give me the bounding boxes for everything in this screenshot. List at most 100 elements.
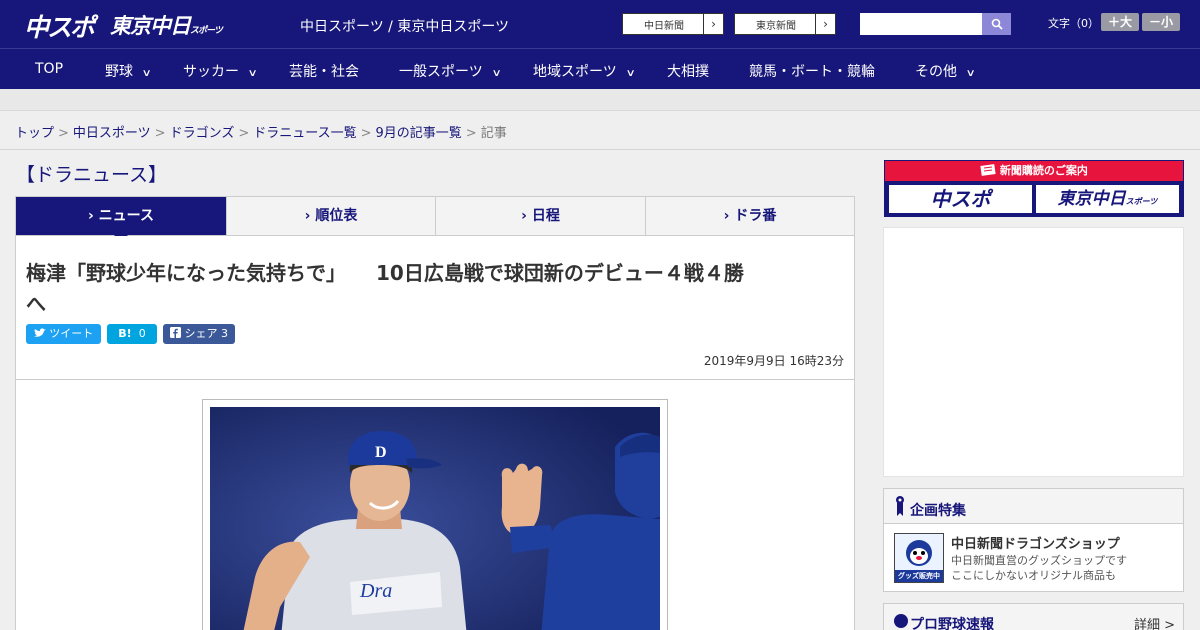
chuspo-subscription-logo[interactable]: 中スポ (889, 185, 1032, 213)
tab-label: ドラ番 (734, 208, 777, 224)
tokyo-chunichi-logo-text: 東京中日 (110, 14, 191, 38)
nav-item-label: その他 (915, 64, 957, 80)
svg-text:Dra: Dra (359, 580, 392, 602)
nav-item-baseball[interactable]: 野球 ∨ (105, 61, 152, 81)
site-header: 中スポ 東京中日スポーツ 中日スポーツ / 東京中日スポーツ 中日新聞 › 東京… (0, 0, 1200, 48)
tab-chevron-icon: › (304, 208, 311, 224)
chevron-right-icon: › (815, 14, 835, 34)
facebook-share-button[interactable]: シェア 3 (163, 324, 235, 344)
nav-item-label: サッカー (183, 64, 239, 80)
nav-item-regional-sports[interactable]: 地域スポーツ ∨ (533, 61, 636, 81)
feature-section: 企画特集 グッズ販売中 中日新聞ドラゴンズショップ 中日新聞直営のグッズショップ… (883, 488, 1184, 592)
tokyo-chunichi-sub-small: スポーツ (1125, 197, 1158, 206)
breadcrumb-link-chunichi-sports[interactable]: 中日スポーツ (73, 126, 151, 141)
chevron-down-icon: ∨ (965, 68, 976, 79)
breadcrumb-separator: > (154, 126, 166, 141)
sidebar-ad (883, 227, 1184, 477)
chevron-down-icon: ∨ (491, 68, 502, 79)
tokyo-shimbun-button[interactable]: 東京新聞 › (734, 13, 836, 35)
breadcrumb: トップ > 中日スポーツ > ドラゴンズ > ドラニュース一覧 >9月の記事一覧 > 記事 (0, 111, 1200, 150)
pro-baseball-detail-link[interactable]: 詳細 > (1134, 614, 1175, 630)
article-photo[interactable]: Dra D (210, 407, 660, 630)
hatena-icon: B! (118, 327, 132, 340)
hatena-count: 0 (138, 327, 146, 340)
hatena-bookmark-button[interactable]: B! 0 (107, 324, 157, 344)
section-tabs: › ニュース › 順位表 › 日程 › ドラ番 (15, 196, 855, 242)
nav-item-other[interactable]: その他 ∨ (915, 61, 976, 81)
font-size-label: 文字（0） (1048, 17, 1099, 30)
tweet-button[interactable]: ツイート (26, 324, 101, 344)
chunichi-shimbun-button[interactable]: 中日新聞 › (622, 13, 724, 35)
article-photo-frame: Dra D (202, 399, 668, 630)
facebook-share-count: 3 (221, 327, 228, 340)
shop-desc-line-2: ここにしかないオリジナル商品も (951, 569, 1116, 582)
tokyo-chunichi-sub-text: 東京中日 (1057, 189, 1126, 209)
search-icon (991, 18, 1003, 30)
breadcrumb-link-dragons[interactable]: ドラゴンズ (170, 126, 235, 141)
shop-badge: グッズ販売中 (898, 572, 940, 580)
dragons-shop-image[interactable]: グッズ販売中 (894, 533, 944, 583)
nav-item-label: 芸能・社会 (289, 64, 359, 80)
breadcrumb-link-top[interactable]: トップ (15, 126, 54, 141)
nav-item-racing[interactable]: 競馬・ボート・競輪 (749, 61, 875, 81)
feature-header: 企画特集 (884, 489, 1183, 524)
nav-item-label: 競馬・ボート・競輪 (749, 64, 875, 80)
nav-item-label: TOP (35, 61, 64, 77)
nav-item-label: 地域スポーツ (533, 64, 617, 80)
article: 梅津「野球少年になった気持ちで」 10日広島戦で球団新のデビュー４戦４勝へ ツイ… (15, 236, 855, 630)
tab-chevron-icon: › (88, 208, 94, 224)
breadcrumb-link-september-list[interactable]: 9月の記事一覧 (376, 126, 462, 141)
tab-chevron-icon: › (521, 208, 527, 224)
twitter-bird-icon (33, 328, 46, 337)
nav-item-top[interactable]: TOP (35, 61, 63, 77)
site-title: 中日スポーツ / 東京中日スポーツ (300, 19, 510, 35)
headline-line-1: 梅津「野球少年になった気持ちで」 10日広島戦で球団新のデビュー４戦４勝 (26, 261, 744, 285)
breadcrumb-separator: > (360, 126, 372, 141)
article-headline: 梅津「野球少年になった気持ちで」 10日広島戦で球団新のデビュー４戦４勝へ (26, 258, 846, 320)
search-button[interactable] (982, 13, 1011, 35)
article-divider (16, 379, 854, 380)
tweet-label: ツイート (49, 327, 94, 340)
font-larger-button[interactable]: ＋大 (1101, 13, 1139, 31)
ribbon-icon (896, 496, 904, 516)
tab-news[interactable]: › ニュース (16, 197, 227, 242)
tokyo-chunichi-logo-small: スポーツ (190, 26, 223, 36)
nav-item-entertainment[interactable]: 芸能・社会 (289, 61, 359, 81)
pro-baseball-scores: プロ野球速報 詳細 > (883, 603, 1184, 630)
subscription-banner[interactable]: 新聞購読のご案内 中スポ 東京中日スポーツ (884, 160, 1184, 217)
tab-label: ニュース (98, 208, 154, 224)
article-date: 2019年9月9日 16時23分 (703, 354, 844, 368)
svg-text:D: D (375, 444, 387, 461)
baseball-icon (894, 614, 908, 628)
tab-schedule[interactable]: › 日程 (436, 197, 646, 235)
chunichi-shimbun-label: 中日新聞 (644, 21, 684, 32)
subscription-header: 新聞購読のご案内 (885, 161, 1183, 181)
shop-desc-line-1: 中日新聞直営のグッズショップです (951, 554, 1127, 567)
nav-item-label: 大相撲 (667, 64, 709, 80)
shop-title-link[interactable]: 中日新聞ドラゴンズショップ (951, 533, 1120, 552)
tab-label: 順位表 (315, 208, 358, 224)
tokyo-shimbun-label: 東京新聞 (756, 21, 796, 32)
pro-baseball-title: プロ野球速報 (910, 617, 994, 630)
feature-title: 企画特集 (910, 503, 966, 519)
font-smaller-button[interactable]: －小 (1142, 13, 1180, 31)
facebook-share-label: シェア (184, 327, 218, 340)
pitcher-photo-illustration: Dra D (210, 407, 660, 630)
breadcrumb-separator: > (465, 126, 477, 141)
tokyo-chunichi-logo[interactable]: 東京中日スポーツ (110, 10, 223, 40)
chevron-right-icon: › (703, 14, 723, 34)
nav-item-general-sports[interactable]: 一般スポーツ ∨ (399, 61, 502, 81)
chuspo-logo[interactable]: 中スポ (24, 8, 95, 44)
nav-item-soccer[interactable]: サッカー ∨ (183, 61, 258, 81)
ad-band (0, 89, 1200, 111)
search-input[interactable] (860, 13, 982, 35)
nav-item-sumo[interactable]: 大相撲 (667, 61, 709, 81)
tab-standings[interactable]: › 順位表 (227, 197, 436, 235)
chevron-down-icon: ∨ (247, 68, 258, 79)
subscription-label: 新聞購読のご案内 (999, 164, 1088, 177)
tokyo-chunichi-subscription-logo[interactable]: 東京中日スポーツ (1036, 185, 1179, 213)
breadcrumb-separator: > (238, 126, 250, 141)
breadcrumb-link-dra-news-list[interactable]: ドラニュース一覧 (253, 126, 356, 141)
chevron-down-icon: ∨ (141, 68, 152, 79)
tab-dora-ban[interactable]: › ドラ番 (646, 197, 854, 235)
